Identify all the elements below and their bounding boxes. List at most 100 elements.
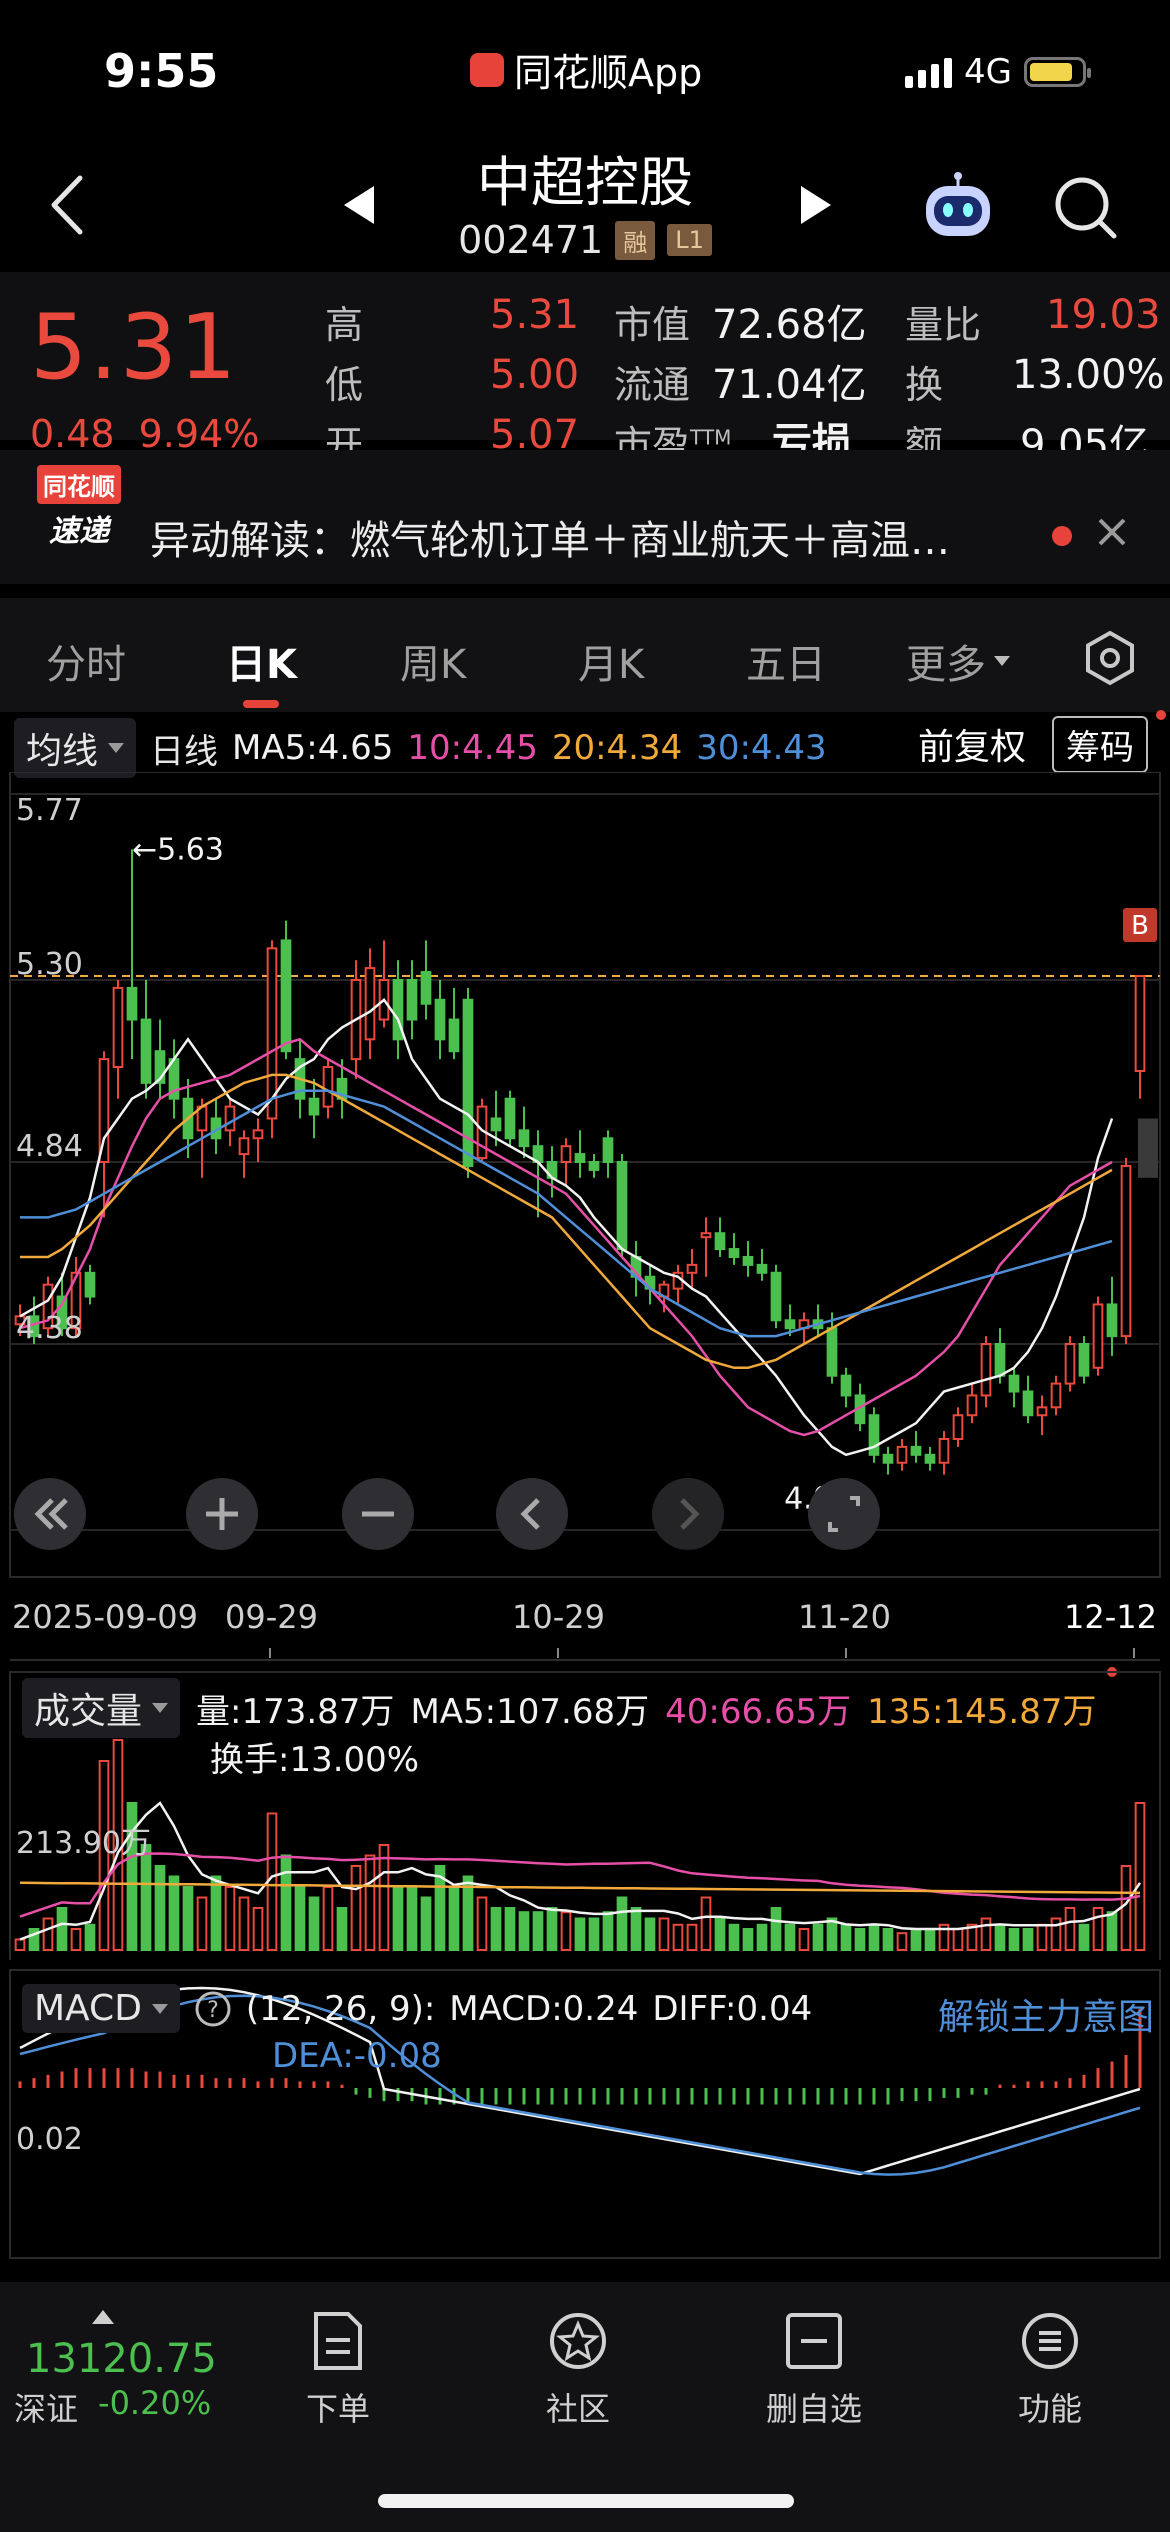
zoom-in-button[interactable] [186, 1478, 258, 1550]
volume-value: 量:173.87万 [196, 1691, 395, 1732]
zoom-out-button[interactable] [342, 1478, 414, 1550]
candle-body [560, 1145, 572, 1164]
candle-body [980, 1343, 992, 1397]
candle-body [1106, 1303, 1118, 1338]
ma-legend: 均线 日线 MA5:4.65 10:4.45 20:4.34 30:4.43 [14, 718, 827, 778]
candle-body [924, 1453, 936, 1464]
tab-weekly[interactable]: 周K [400, 632, 466, 690]
macd-value: MACD:0.24 [449, 1988, 639, 2029]
volume-bar [448, 1886, 460, 1951]
stock-code: 002471 [458, 218, 604, 262]
candle-body [1120, 1164, 1132, 1338]
candle-body [770, 1271, 782, 1322]
volume-selector[interactable]: 成交量 [22, 1678, 181, 1738]
candle-body [224, 1105, 236, 1132]
nav-order[interactable]: 下单 [258, 2310, 418, 2430]
index-value[interactable]: 13120.75 [26, 2336, 217, 2382]
volume-legend: 成交量 量:173.87万 MA5:107.68万 40:66.65万 135:… [22, 1678, 1096, 1738]
tab-monthly[interactable]: 月K [578, 632, 644, 690]
volume-bar [378, 1844, 390, 1951]
volume-bar [364, 1854, 376, 1951]
volume-bar [518, 1911, 530, 1952]
tab-more[interactable]: 更多 [906, 632, 1010, 690]
mktcap-label: 市值 [614, 303, 691, 347]
low-label: 低 [325, 363, 364, 407]
volume-bar [350, 1865, 362, 1951]
adjustment-toggle[interactable]: 前复权 [918, 718, 1026, 770]
candle-body [742, 1255, 754, 1266]
date-label-1: 09-29 [225, 1598, 318, 1636]
chevron-down-icon [994, 656, 1010, 666]
volume-bar [182, 1886, 194, 1951]
candle-body [364, 967, 376, 1041]
volume-bar [812, 1923, 824, 1951]
price-axis-label: 4.84 [16, 1129, 83, 1164]
volume-bar [210, 1875, 222, 1951]
kline-frame [9, 772, 1161, 1578]
zoom-out-full-button[interactable] [14, 1478, 86, 1550]
candle-body [140, 1018, 152, 1084]
help-icon[interactable]: ? [194, 1990, 232, 2028]
volume-bar [1134, 1802, 1146, 1951]
last-price: 5.31 [30, 295, 239, 400]
candle-body [616, 1161, 628, 1251]
news-headline[interactable]: 异动解读：燃气轮机订单＋商业航天＋高温… [150, 508, 1000, 566]
volume-bar [868, 1923, 880, 1951]
macd-selector[interactable]: MACD [22, 1984, 180, 2033]
candle-body [966, 1394, 978, 1417]
volume-bar [770, 1907, 782, 1951]
network-type: 4G [964, 52, 1012, 92]
tab-daily[interactable]: 日K [226, 632, 297, 690]
volume-bar [280, 1854, 292, 1951]
candle-body [406, 978, 418, 1021]
volume-bar [84, 1923, 96, 1951]
chevron-down-icon [152, 1703, 169, 1713]
index-row[interactable]: 深证 -0.20% [14, 2384, 211, 2430]
indicator-selector[interactable]: 均线 [14, 718, 137, 778]
tab-active-indicator [243, 700, 279, 708]
candle-body [280, 939, 292, 1053]
high-value: 5.31 [490, 292, 580, 338]
candle-body [784, 1319, 796, 1330]
volume-bar [882, 1928, 894, 1951]
scroll-left-button[interactable] [496, 1478, 568, 1550]
nav-community[interactable]: 社区 [498, 2310, 658, 2430]
tab-five-day[interactable]: 五日 [746, 632, 826, 690]
volume-bar [252, 1907, 264, 1951]
nav-functions[interactable]: 功能 [970, 2310, 1130, 2430]
nav-community-label: 社区 [545, 2390, 610, 2428]
volume-bar [672, 1923, 684, 1951]
expand-up-icon[interactable] [92, 2310, 114, 2324]
kline-chart[interactable]: 5.775.304.844.383.91←5.634.05→B [0, 772, 1170, 1592]
remove-watchlist-icon [786, 2313, 842, 2369]
fullscreen-button[interactable] [808, 1478, 880, 1550]
candle-body [938, 1437, 950, 1464]
unlock-main-force-link[interactable]: 解锁主力意图 [938, 1988, 1154, 2040]
close-icon[interactable] [1092, 512, 1132, 552]
turnover-value: 13.00% [1012, 352, 1165, 398]
scroll-right-button[interactable] [652, 1478, 724, 1550]
macd-params: (12, 26, 9): [245, 1988, 436, 2029]
chip-distribution-button[interactable]: 筹码 [1052, 716, 1148, 773]
nav-remove-watchlist[interactable]: 删自选 [734, 2310, 894, 2430]
tab-intraday[interactable]: 分时 [46, 632, 126, 690]
volume-bar [588, 1917, 600, 1951]
candle-body [504, 1097, 516, 1140]
search-icon[interactable] [1052, 174, 1118, 240]
robot-assistant-icon[interactable] [918, 172, 998, 242]
volume-bar [644, 1917, 656, 1951]
volume-bar [1092, 1907, 1104, 1951]
chevron-down-icon [108, 743, 125, 753]
candle-body [1008, 1374, 1020, 1393]
volume-bar [560, 1911, 572, 1952]
index-change: -0.20% [98, 2384, 212, 2422]
volume-bar [322, 1886, 334, 1951]
volume-bar [42, 1917, 54, 1951]
low-value: 5.00 [490, 352, 580, 398]
volume-bar [490, 1907, 502, 1951]
next-stock-icon[interactable] [795, 180, 835, 230]
candle-body [84, 1271, 96, 1298]
volume-bar [784, 1923, 796, 1951]
hexagon-settings-icon[interactable] [1082, 630, 1138, 686]
candle-body [756, 1263, 768, 1274]
